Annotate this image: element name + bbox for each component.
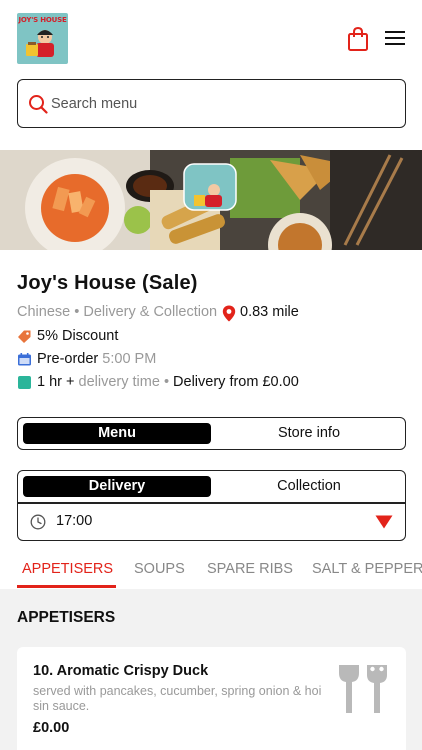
services-label: Delivery & Collection (83, 304, 218, 320)
tab-spare-ribs[interactable]: SPARE RIBS (207, 561, 293, 577)
preorder-row: Pre-order 5:00 PM (17, 351, 156, 367)
collection-option[interactable]: Collection (213, 471, 405, 502)
tab-salt-and-pepper[interactable]: SALT & PEPPER (312, 561, 422, 577)
caret-down-icon[interactable] (375, 515, 393, 529)
calendar-icon (18, 353, 31, 366)
search-input[interactable]: Search menu (17, 79, 406, 128)
clock-icon (30, 514, 46, 530)
discount-tag-icon (18, 330, 31, 343)
logo-mascot-icon (26, 30, 54, 57)
dish-description: served with pancakes, cucumber, spring o… (33, 684, 322, 713)
tab-appetisers[interactable]: APPETISERS (22, 561, 113, 577)
hamburger-menu-icon[interactable] (384, 28, 406, 48)
discount-row: 5% Discount (17, 328, 118, 344)
location-pin-icon (222, 305, 236, 322)
separator-dot: • (163, 374, 170, 390)
time-select[interactable]: 17:00 (18, 504, 405, 540)
preorder-time: 5:00 PM (102, 351, 157, 367)
delivery-option[interactable]: Delivery (23, 476, 211, 497)
search-placeholder: Search menu (51, 96, 138, 112)
tab-soups[interactable]: SOUPS (134, 561, 185, 577)
delivery-row: 1 hr + delivery time • Delivery from £0.… (17, 374, 299, 390)
tab-menu[interactable]: Menu (23, 423, 211, 444)
section-title: APPETISERS (17, 609, 116, 626)
cuisine-label: Chinese (17, 304, 71, 320)
restaurant-logo[interactable]: JOY'S HOUSE (17, 13, 68, 64)
menu-section: APPETISERS 10. Aromatic Crispy Duck serv… (0, 589, 422, 750)
delivery-time-label: delivery time (78, 374, 160, 390)
bag-icon[interactable] (346, 26, 370, 52)
store-banner-image (0, 150, 422, 250)
search-icon (29, 95, 48, 114)
top-bar: JOY'S HOUSE (0, 0, 422, 76)
tab-store-info[interactable]: Store info (213, 418, 405, 449)
order-mode-toggle: Delivery Collection 17:00 (17, 470, 406, 541)
discount-label: 5% Discount (37, 328, 119, 344)
separator-dot: • (74, 304, 80, 320)
delivery-time-icon (18, 376, 31, 389)
view-toggle: Menu Store info (17, 417, 406, 450)
category-tabs: APPETISERS SOUPS SPARE RIBS SALT & PEPPE… (0, 555, 422, 589)
delivery-fee: Delivery from £0.00 (173, 374, 299, 390)
time-value: 17:00 (56, 513, 93, 529)
dish-name: 10. Aromatic Crispy Duck (33, 663, 209, 679)
store-tags-row: Chinese • Delivery & Collection 0.83 mil… (17, 304, 299, 322)
dish-price: £0.00 (33, 720, 70, 736)
distance-value: 0.83 mile (240, 304, 299, 320)
store-name: Joy's House (Sale) (17, 272, 198, 294)
active-tab-indicator (17, 585, 116, 588)
delivery-duration: 1 hr + (37, 374, 75, 390)
preorder-label: Pre-order (37, 351, 99, 367)
menu-item-card[interactable]: 10. Aromatic Crispy Duck served with pan… (17, 647, 406, 750)
cutlery-icon (339, 665, 387, 713)
